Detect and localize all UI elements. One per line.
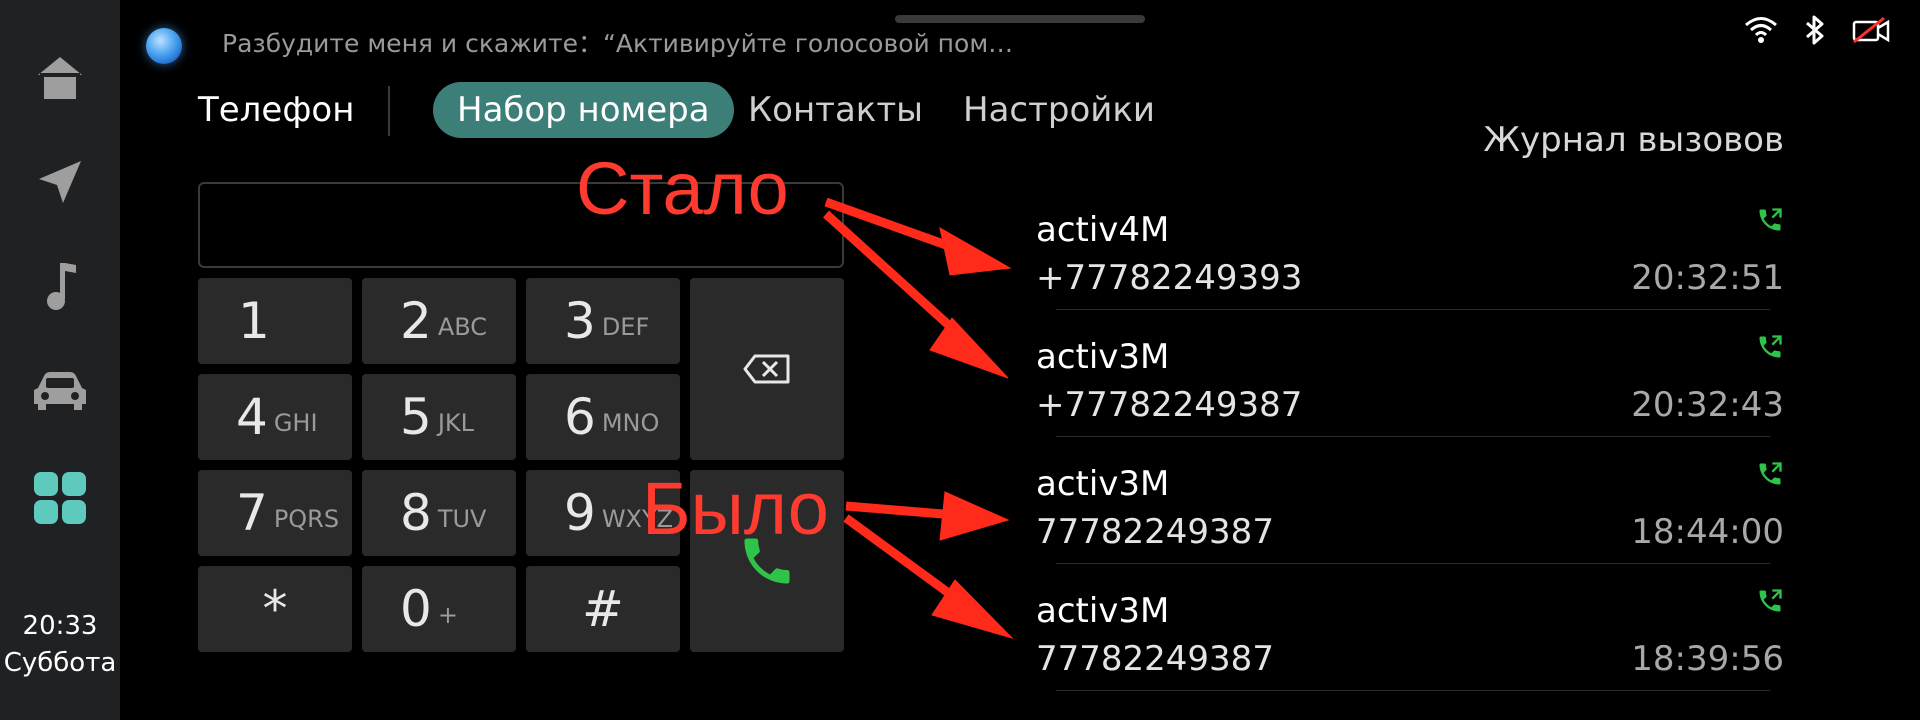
- list-divider: [1056, 563, 1770, 564]
- key-digit: 8: [400, 484, 432, 542]
- list-divider: [1056, 690, 1770, 691]
- key-letters: PQRS: [273, 505, 340, 533]
- key-letters: +: [437, 601, 458, 629]
- drag-handle[interactable]: [895, 15, 1145, 23]
- key-letters: DEF: [601, 313, 650, 341]
- contact-number: 77782249387: [1036, 639, 1274, 679]
- contact-name: activ3M: [1036, 464, 1170, 504]
- key-6[interactable]: 6 MNO: [526, 374, 680, 460]
- call-log-item[interactable]: activ3M 77782249387 18:44:00: [1036, 452, 1784, 579]
- call-log-item[interactable]: activ3M 77782249387 18:39:56: [1036, 579, 1784, 706]
- call-time: 18:39:56: [1631, 639, 1784, 679]
- annotation-after: Стало: [576, 147, 789, 230]
- backspace-button[interactable]: [690, 278, 844, 460]
- key-digit: #: [582, 580, 624, 638]
- outgoing-call-icon: [1759, 589, 1782, 612]
- header-divider: [388, 86, 390, 136]
- key-letters: JKL: [437, 409, 474, 437]
- contact-number: +77782249387: [1036, 385, 1303, 425]
- outgoing-call-icon: [1759, 335, 1782, 358]
- tab-dialpad[interactable]: Набор номера: [433, 82, 734, 138]
- key-0[interactable]: 0 +: [362, 566, 516, 652]
- key-digit: 4: [236, 388, 268, 446]
- key-star[interactable]: *: [198, 566, 352, 652]
- call-log-item[interactable]: activ3M +77782249387 20:32:43: [1036, 325, 1784, 452]
- key-digit: 7: [236, 484, 268, 542]
- arrow-after-2-head: [929, 317, 1009, 379]
- arrow-before-2-head: [931, 579, 1014, 640]
- outgoing-call-icon: [1759, 208, 1782, 231]
- arrow-after-2: [822, 210, 969, 344]
- page-title: Телефон: [198, 90, 355, 130]
- arrow-after-1-head: [939, 227, 1012, 276]
- key-digit: 0: [400, 580, 432, 638]
- wifi-icon: [1744, 16, 1778, 48]
- voice-hint: Разбудите меня и скажите：“Активируйте го…: [222, 29, 1014, 58]
- call-log-title: Журнал вызовов: [1483, 120, 1784, 160]
- contact-name: activ3M: [1036, 591, 1170, 631]
- arrow-before-1: [845, 501, 956, 520]
- list-divider: [1056, 309, 1770, 310]
- tab-contacts[interactable]: Контакты: [748, 82, 923, 138]
- call-time: 20:32:43: [1631, 385, 1784, 425]
- key-letters: MNO: [601, 409, 660, 437]
- key-digit: 2: [400, 292, 432, 350]
- key-letters: ABC: [437, 313, 488, 341]
- key-digit: 1: [238, 292, 270, 350]
- key-letters: GHI: [273, 409, 318, 437]
- annotation-before: Было: [642, 467, 829, 550]
- key-letters: TUV: [437, 505, 487, 533]
- list-divider: [1056, 436, 1770, 437]
- contact-name: activ3M: [1036, 337, 1170, 377]
- key-3[interactable]: 3 DEF: [526, 278, 680, 364]
- outgoing-call-icon: [1759, 462, 1782, 485]
- navigation-icon[interactable]: [20, 142, 100, 222]
- call-time: 20:32:51: [1631, 258, 1784, 298]
- key-5[interactable]: 5 JKL: [362, 374, 516, 460]
- contact-number: +77782249393: [1036, 258, 1303, 298]
- call-log-item[interactable]: activ4M +77782249393 20:32:51: [1036, 198, 1784, 325]
- contact-number: 77782249387: [1036, 512, 1274, 552]
- key-7[interactable]: 7 PQRS: [198, 470, 352, 556]
- key-8[interactable]: 8 TUV: [362, 470, 516, 556]
- camera-off-icon: [1852, 16, 1890, 48]
- music-icon[interactable]: [20, 246, 100, 326]
- bluetooth-icon: [1804, 14, 1826, 50]
- arrow-after-1: [824, 197, 962, 255]
- clock-time: 20:33: [22, 611, 98, 641]
- voice-assistant-icon[interactable]: [146, 28, 182, 64]
- key-2[interactable]: 2 ABC: [362, 278, 516, 364]
- key-digit: 9: [564, 484, 596, 542]
- key-digit: *: [262, 580, 288, 638]
- call-time: 18:44:00: [1631, 512, 1784, 552]
- key-1[interactable]: 1: [198, 278, 352, 364]
- key-4[interactable]: 4 GHI: [198, 374, 352, 460]
- key-digit: 5: [400, 388, 432, 446]
- sidebar: 20:33 Суббота: [0, 0, 120, 720]
- arrow-before-1-head: [939, 491, 1010, 541]
- home-icon[interactable]: [20, 38, 100, 118]
- backspace-icon: [743, 354, 790, 384]
- clock: 20:33 Суббота: [0, 608, 120, 682]
- key-hash[interactable]: #: [526, 566, 680, 652]
- arrow-before-2: [843, 514, 968, 609]
- key-digit: 3: [564, 292, 596, 350]
- tab-settings[interactable]: Настройки: [963, 82, 1155, 138]
- apps-icon[interactable]: [20, 458, 100, 538]
- clock-day: Суббота: [3, 648, 117, 678]
- car-icon[interactable]: [20, 350, 100, 430]
- key-digit: 6: [564, 388, 596, 446]
- status-icons: [1744, 14, 1890, 50]
- contact-name: activ4M: [1036, 210, 1170, 250]
